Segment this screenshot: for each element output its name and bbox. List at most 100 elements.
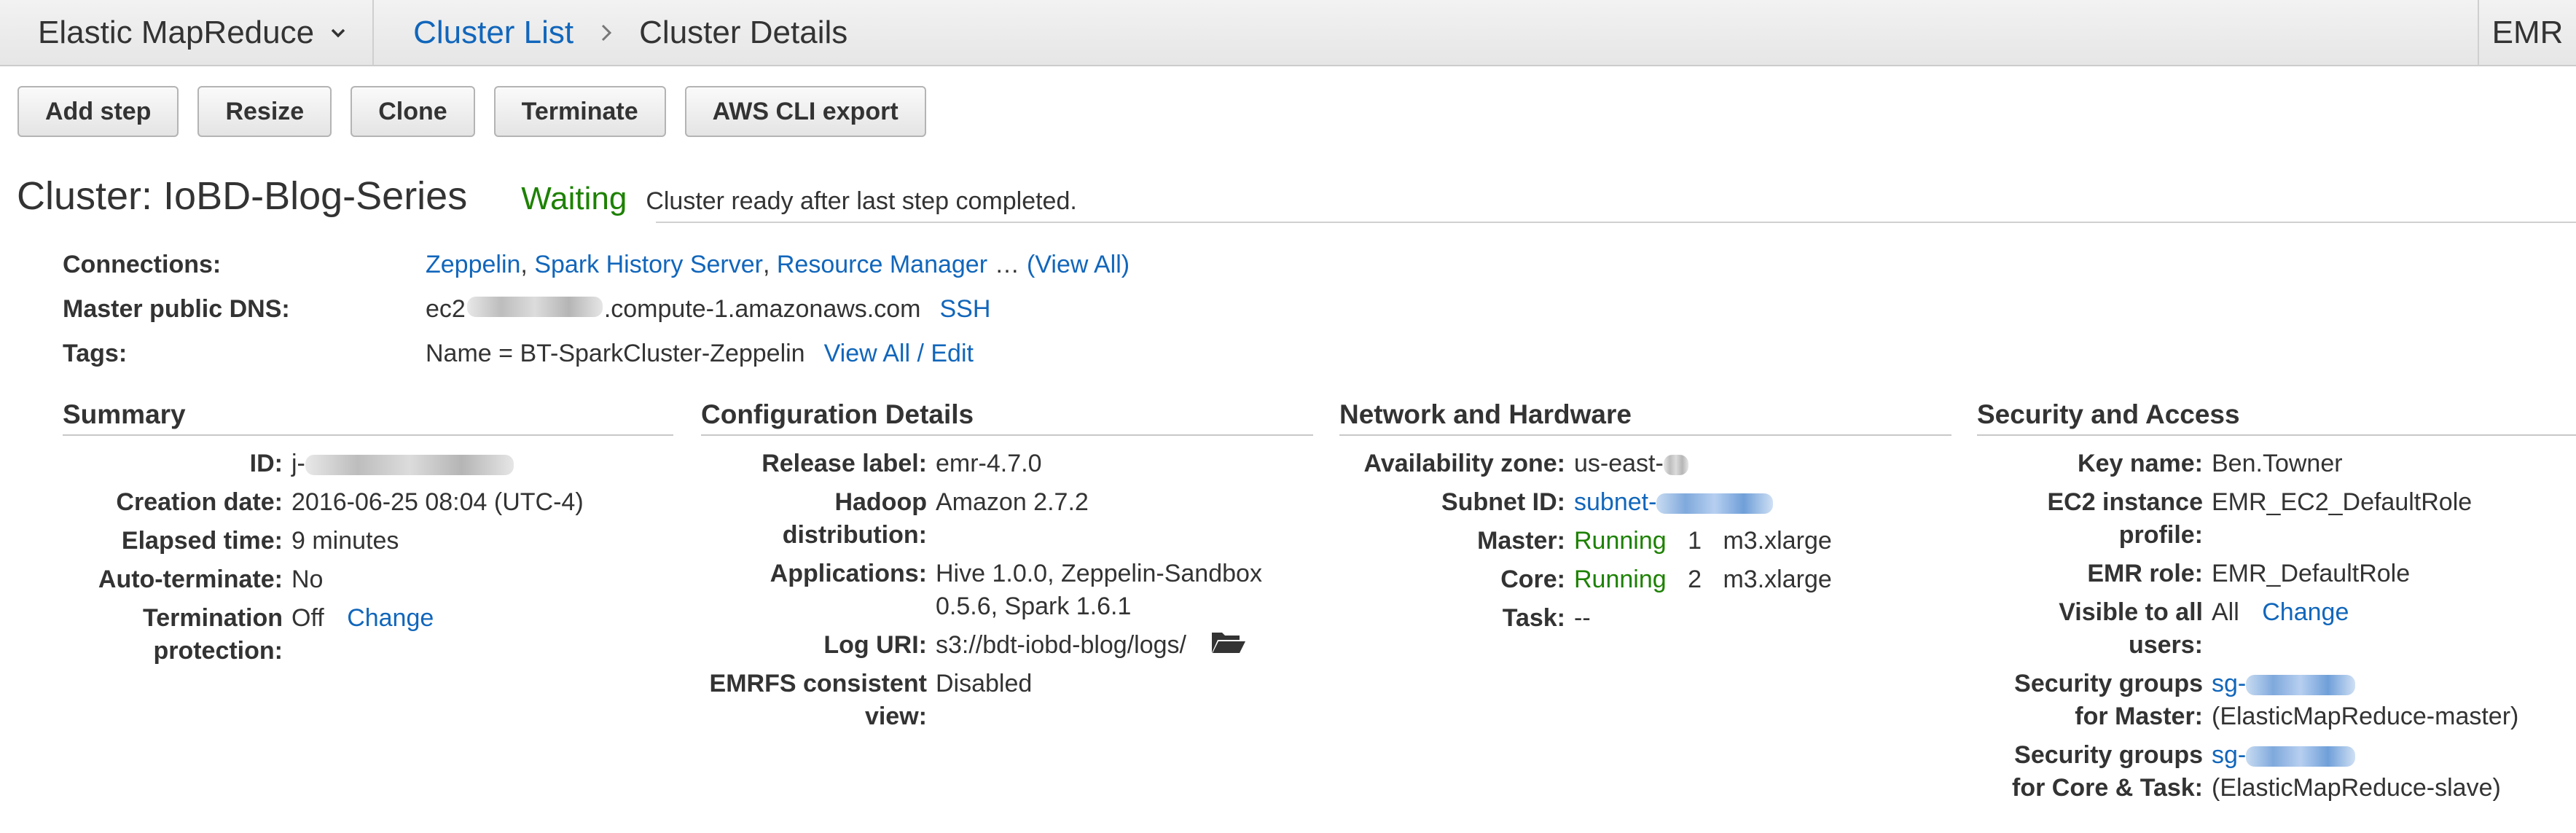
hadoop-distribution-label-line1: Hadoop bbox=[834, 488, 927, 516]
visible-to-all-label-line1: Visible to all bbox=[2059, 598, 2203, 626]
applications-value-line1: Hive 1.0.0, Zeppelin-Sandbox bbox=[936, 560, 1262, 587]
master-dns-label: Master public DNS: bbox=[63, 295, 290, 323]
log-uri-value: s3://bdt-iobd-blog/logs/ bbox=[936, 631, 1186, 659]
redacted-subnet bbox=[1656, 493, 1774, 515]
view-all-connections-link[interactable]: (View All) bbox=[1027, 251, 1130, 279]
emr-menu[interactable]: EMR bbox=[2478, 0, 2576, 65]
summary-title: Summary bbox=[63, 399, 673, 436]
terminate-button[interactable]: Terminate bbox=[493, 86, 666, 137]
task-row: Task: -- bbox=[1339, 602, 1951, 635]
availability-zone-value: us-east- bbox=[1574, 450, 1664, 477]
emr-role-value: EMR_DefaultRole bbox=[2212, 560, 2411, 587]
emrfs-label-line1: EMRFS consistent bbox=[709, 670, 927, 697]
master-status: Running bbox=[1574, 527, 1667, 555]
cluster-title: Cluster: IoBD-Blog-Series bbox=[17, 174, 468, 218]
view-all-edit-tags-link[interactable]: View All / Edit bbox=[824, 340, 974, 368]
elapsed-time-row: Elapsed time: 9 minutes bbox=[63, 525, 673, 558]
auto-terminate-row: Auto-terminate: No bbox=[63, 563, 673, 596]
subnet-id-link[interactable]: subnet- bbox=[1574, 488, 1656, 516]
id-label: ID: bbox=[249, 450, 283, 477]
connections-label: Connections: bbox=[63, 251, 222, 278]
availability-zone-row: Availability zone: us-east- bbox=[1339, 447, 1951, 480]
add-step-button[interactable]: Add step bbox=[17, 86, 179, 137]
resource-manager-link[interactable]: Resource Manager bbox=[777, 251, 987, 279]
redacted-sg-core bbox=[2246, 746, 2356, 767]
network-hardware-title: Network and Hardware bbox=[1339, 399, 1951, 436]
chevron-right-icon bbox=[602, 24, 612, 41]
service-menu[interactable]: Elastic MapReduce bbox=[0, 0, 346, 65]
master-row: Master: Running 1 m3.xlarge bbox=[1339, 525, 1951, 558]
redacted-id bbox=[305, 455, 514, 476]
security-groups-master-label: Security groups for Master: bbox=[1977, 668, 2212, 733]
hadoop-distribution-row: Hadoop distribution: Amazon 2.7.2 bbox=[701, 486, 1313, 552]
header-divider bbox=[656, 222, 2576, 223]
visible-to-all-change-link[interactable]: Change bbox=[2262, 598, 2349, 626]
resize-button[interactable]: Resize bbox=[197, 86, 332, 137]
master-instance-type: m3.xlarge bbox=[1723, 527, 1832, 555]
security-groups-core-label: Security groups for Core & Task: bbox=[1977, 739, 2212, 805]
zeppelin-link[interactable]: Zeppelin bbox=[426, 251, 520, 279]
elapsed-time-value: 9 minutes bbox=[291, 527, 399, 555]
tags-value: Name = BT-SparkCluster-Zeppelin bbox=[426, 340, 805, 367]
breadcrumb-cluster-list[interactable]: Cluster List bbox=[413, 15, 573, 51]
visible-to-all-row: Visible to all users: All Change bbox=[1977, 596, 2576, 662]
security-groups-master-value: sg- (ElasticMapReduce-master) bbox=[2212, 668, 2518, 733]
spark-history-server-link[interactable]: Spark History Server bbox=[534, 251, 763, 279]
ec2-instance-profile-value: EMR_EC2_DefaultRole bbox=[2212, 488, 2473, 516]
comma: , bbox=[520, 251, 535, 278]
emrfs-row: EMRFS consistent view: Disabled bbox=[701, 668, 1313, 733]
security-group-master-id-wrap: sg- bbox=[2212, 668, 2518, 700]
emr-menu-label: EMR bbox=[2491, 14, 2564, 50]
emr-role-label: EMR role: bbox=[2087, 560, 2203, 587]
dns-prefix: ec2 bbox=[426, 295, 466, 323]
security-groups-core-label-line1: Security groups bbox=[2014, 741, 2203, 769]
comma: , bbox=[762, 251, 777, 278]
creation-date-label: Creation date: bbox=[116, 488, 283, 516]
applications-label: Applications: bbox=[770, 560, 927, 587]
top-navigation-bar: Elastic MapReduce Cluster List Cluster D… bbox=[0, 0, 2576, 66]
connections-row: Connections: Zeppelin, Spark History Ser… bbox=[63, 251, 1130, 295]
termination-protection-change-link[interactable]: Change bbox=[347, 604, 434, 632]
elapsed-time-label: Elapsed time: bbox=[121, 527, 283, 555]
availability-zone-label: Availability zone: bbox=[1363, 450, 1565, 477]
tags-row: Tags: Name = BT-SparkCluster-Zeppelin Vi… bbox=[63, 340, 1130, 384]
redacted-sg-master bbox=[2246, 675, 2356, 696]
security-groups-core-row: Security groups for Core & Task: sg- (El… bbox=[1977, 739, 2576, 805]
master-dns-row: Master public DNS: ec2 .compute-1.amazon… bbox=[63, 295, 1130, 340]
subnet-id-value-wrap: subnet- bbox=[1574, 486, 1774, 519]
emrfs-value: Disabled bbox=[936, 670, 1033, 697]
hadoop-distribution-value: Amazon 2.7.2 bbox=[936, 488, 1089, 516]
connections-value: Zeppelin, Spark History Server, Resource… bbox=[426, 251, 1130, 279]
security-group-core-id-wrap: sg- bbox=[2212, 739, 2501, 772]
termination-protection-value-wrap: Off Change bbox=[291, 602, 434, 668]
security-groups-master-label-line1: Security groups bbox=[2014, 670, 2203, 697]
ec2-instance-profile-label-line2: profile: bbox=[2118, 521, 2203, 549]
security-groups-master-label-line2: for Master: bbox=[2075, 703, 2203, 730]
subnet-id-row: Subnet ID: subnet- bbox=[1339, 486, 1951, 519]
ssh-link[interactable]: SSH bbox=[939, 295, 990, 324]
task-value: -- bbox=[1574, 604, 1591, 632]
clone-button[interactable]: Clone bbox=[351, 86, 475, 137]
id-value-wrap: j- bbox=[291, 447, 514, 480]
security-access-title: Security and Access bbox=[1977, 399, 2576, 436]
auto-terminate-label: Auto-terminate: bbox=[98, 566, 283, 593]
auto-terminate-value: No bbox=[291, 566, 324, 593]
tags-value-wrap: Name = BT-SparkCluster-Zeppelin View All… bbox=[426, 340, 974, 368]
hadoop-distribution-label: Hadoop distribution: bbox=[701, 486, 936, 552]
creation-date-row: Creation date: 2016-06-25 08:04 (UTC-4) bbox=[63, 486, 673, 519]
core-row: Core: Running 2 m3.xlarge bbox=[1339, 563, 1951, 596]
configuration-details-title: Configuration Details bbox=[701, 399, 1313, 436]
aws-cli-export-button[interactable]: AWS CLI export bbox=[684, 86, 926, 137]
visible-to-all-label-line2: users: bbox=[2128, 631, 2203, 659]
release-label-label: Release label: bbox=[762, 450, 927, 477]
core-label: Core: bbox=[1500, 566, 1565, 593]
security-group-master-link[interactable]: sg- bbox=[2212, 670, 2246, 697]
folder-open-icon[interactable] bbox=[1210, 630, 1247, 654]
cluster-overview: Connections: Zeppelin, Spark History Ser… bbox=[63, 251, 1130, 384]
chevron-down-icon bbox=[331, 28, 345, 37]
applications-value: Hive 1.0.0, Zeppelin-Sandbox 0.5.6, Spar… bbox=[936, 558, 1262, 623]
availability-zone-value-wrap: us-east- bbox=[1574, 447, 1688, 480]
cluster-status: Waiting bbox=[521, 181, 627, 216]
security-group-core-link[interactable]: sg- bbox=[2212, 741, 2246, 769]
termination-protection-label-line1: Termination bbox=[142, 604, 283, 632]
